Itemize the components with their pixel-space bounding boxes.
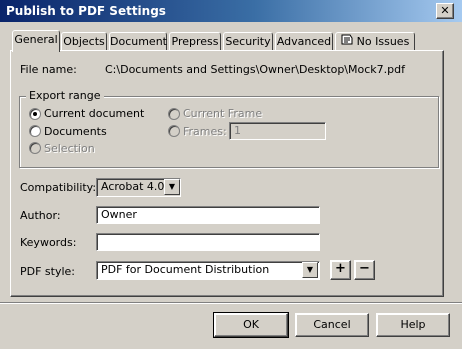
tab-label: Security — [225, 35, 271, 48]
frames-input: 1 — [229, 122, 326, 140]
radio-circle[interactable] — [29, 125, 41, 137]
minus-icon: − — [359, 261, 370, 276]
pdf-style-value: PDF for Document Distribution — [101, 263, 270, 276]
close-icon: ✕ — [440, 4, 450, 17]
radio-current-document[interactable] — [29, 108, 41, 120]
radio-label-selection: Selection — [44, 142, 95, 155]
radio-label-documents: Documents — [44, 125, 107, 138]
tab-label: No Issues — [356, 35, 410, 48]
radio-label-current-frame: Current Frame — [183, 107, 263, 120]
author-input[interactable]: Owner — [96, 206, 320, 224]
tab-label: General — [14, 33, 58, 46]
ok-button[interactable]: OK — [213, 312, 289, 338]
tab-label: Objects — [63, 35, 105, 48]
chevron-down-icon: ▼ — [168, 182, 176, 191]
plus-icon: + — [335, 261, 346, 276]
issues-icon — [341, 33, 353, 50]
file-name-label: File name: — [20, 63, 77, 76]
tab-advanced[interactable]: Advanced — [275, 32, 333, 51]
radio-selected-dot — [33, 112, 37, 116]
compatibility-label: Compatibility: — [20, 181, 97, 194]
footer-separator-highlight — [0, 303, 462, 304]
tab-objects[interactable]: Objects — [61, 32, 107, 51]
radio-circle — [168, 125, 180, 137]
radio-documents[interactable] — [29, 125, 41, 137]
radio-circle — [29, 142, 41, 154]
radio-label-current-document: Current document — [44, 107, 145, 120]
tab-document[interactable]: Document — [109, 32, 167, 51]
help-button[interactable]: Help — [376, 313, 450, 337]
window-title: Publish to PDF Settings — [6, 4, 166, 18]
pdf-style-dropdown-arrow[interactable]: ▼ — [302, 262, 318, 278]
tab-no-issues[interactable]: No Issues — [335, 32, 415, 51]
compatibility-value: Acrobat 4.0 — [101, 180, 165, 193]
file-name-value: C:\Documents and Settings\Owner\Desktop\… — [105, 63, 405, 76]
close-button[interactable]: ✕ — [436, 3, 454, 19]
radio-circle — [168, 108, 180, 120]
radio-frames — [168, 125, 180, 137]
pdf-style-dropdown[interactable]: PDF for Document Distribution — [96, 261, 320, 280]
radio-label-frames: Frames: — [183, 125, 227, 138]
tab-label: Prepress — [171, 35, 219, 48]
tab-label: Advanced — [276, 35, 332, 48]
radio-circle[interactable] — [29, 108, 41, 120]
tab-general[interactable]: General — [12, 30, 60, 52]
general-panel — [10, 50, 444, 297]
chevron-down-icon: ▼ — [306, 265, 314, 274]
export-range-legend: Export range — [26, 89, 104, 102]
tab-prepress[interactable]: Prepress — [169, 32, 221, 51]
keywords-label: Keywords: — [20, 236, 77, 249]
remove-style-button[interactable]: − — [354, 260, 375, 280]
tab-security[interactable]: Security — [223, 32, 273, 51]
add-style-button[interactable]: + — [330, 260, 351, 280]
compatibility-dropdown-arrow[interactable]: ▼ — [164, 179, 180, 195]
radio-selection — [29, 142, 41, 154]
cancel-button[interactable]: Cancel — [295, 313, 369, 337]
tab-label: Document — [110, 35, 167, 48]
pdf-style-label: PDF style: — [20, 265, 76, 278]
radio-current-frame — [168, 108, 180, 120]
author-label: Author: — [20, 209, 61, 222]
keywords-input[interactable] — [96, 233, 320, 251]
